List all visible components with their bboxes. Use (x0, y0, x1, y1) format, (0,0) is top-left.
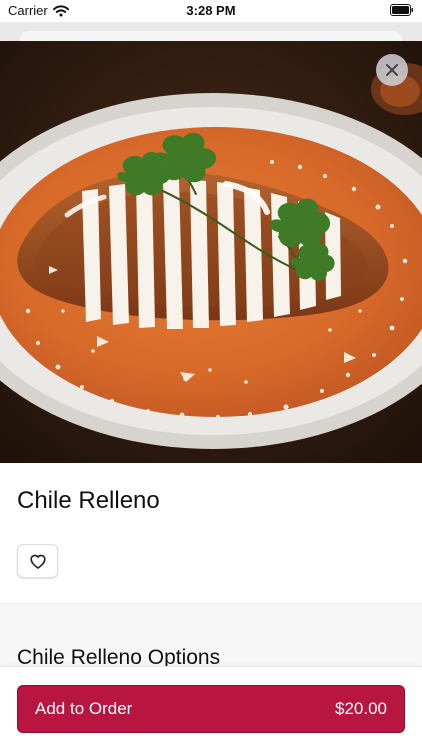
heart-icon (29, 554, 46, 569)
bottom-bar: Add to Order $20.00 (0, 666, 422, 751)
add-to-order-button[interactable]: Add to Order $20.00 (17, 685, 405, 733)
favorite-button[interactable] (17, 544, 58, 578)
close-icon (386, 64, 398, 76)
status-time: 3:28 PM (186, 3, 236, 18)
status-bar: Carrier 3:28 PM (0, 0, 422, 22)
close-button[interactable] (376, 54, 408, 86)
item-title: Chile Relleno (17, 487, 160, 514)
food-photo (0, 41, 422, 463)
battery-icon (390, 4, 413, 16)
chile-relleno-photo (0, 41, 422, 463)
sheet-background (0, 22, 422, 42)
order-price: $20.00 (335, 699, 387, 718)
add-to-order-label: Add to Order (35, 699, 133, 718)
